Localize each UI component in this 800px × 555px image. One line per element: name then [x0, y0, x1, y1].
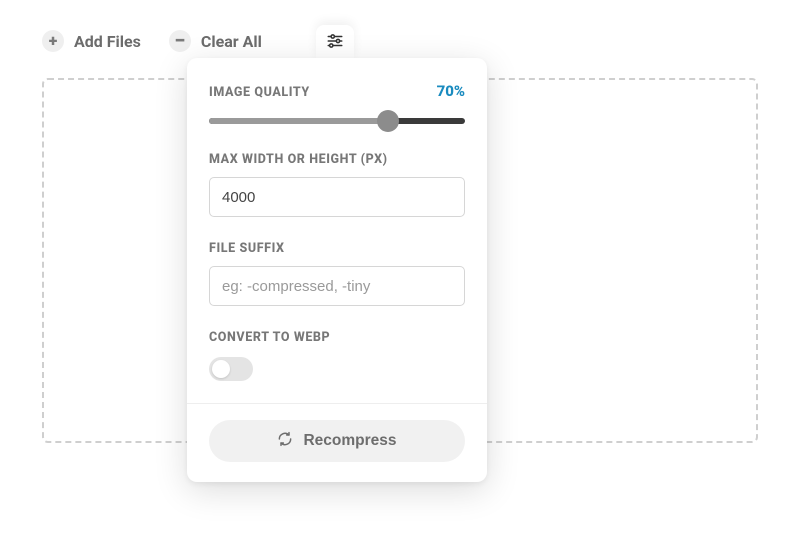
minus-icon: −: [169, 30, 191, 52]
settings-panel: IMAGE QUALITY 70% MAX WIDTH OR HEIGHT (P…: [187, 58, 487, 482]
refresh-icon: [277, 431, 293, 452]
clear-all-button[interactable]: − Clear All: [169, 30, 262, 52]
plus-icon: +: [42, 30, 64, 52]
toolbar: + Add Files − Clear All: [42, 30, 262, 52]
clear-all-label: Clear All: [201, 32, 262, 51]
quality-slider[interactable]: [209, 114, 465, 128]
file-suffix-label: FILE SUFFIX: [209, 241, 465, 256]
toggle-knob: [212, 360, 230, 378]
slider-fill: [209, 118, 388, 124]
panel-divider: [187, 403, 487, 404]
max-dim-label: MAX WIDTH OR HEIGHT (PX): [209, 152, 465, 167]
add-files-label: Add Files: [74, 32, 141, 51]
convert-webp-label: CONVERT TO WEBP: [209, 330, 465, 345]
quality-label: IMAGE QUALITY: [209, 85, 310, 100]
add-files-button[interactable]: + Add Files: [42, 30, 141, 52]
file-suffix-input[interactable]: [209, 266, 465, 306]
convert-webp-toggle[interactable]: [209, 357, 253, 381]
slider-thumb[interactable]: [377, 110, 399, 132]
recompress-label: Recompress: [303, 432, 396, 450]
max-dim-input[interactable]: [209, 177, 465, 217]
settings-button[interactable]: [316, 25, 354, 61]
sliders-icon: [326, 32, 344, 54]
quality-value: 70%: [437, 82, 465, 100]
recompress-button[interactable]: Recompress: [209, 420, 465, 462]
